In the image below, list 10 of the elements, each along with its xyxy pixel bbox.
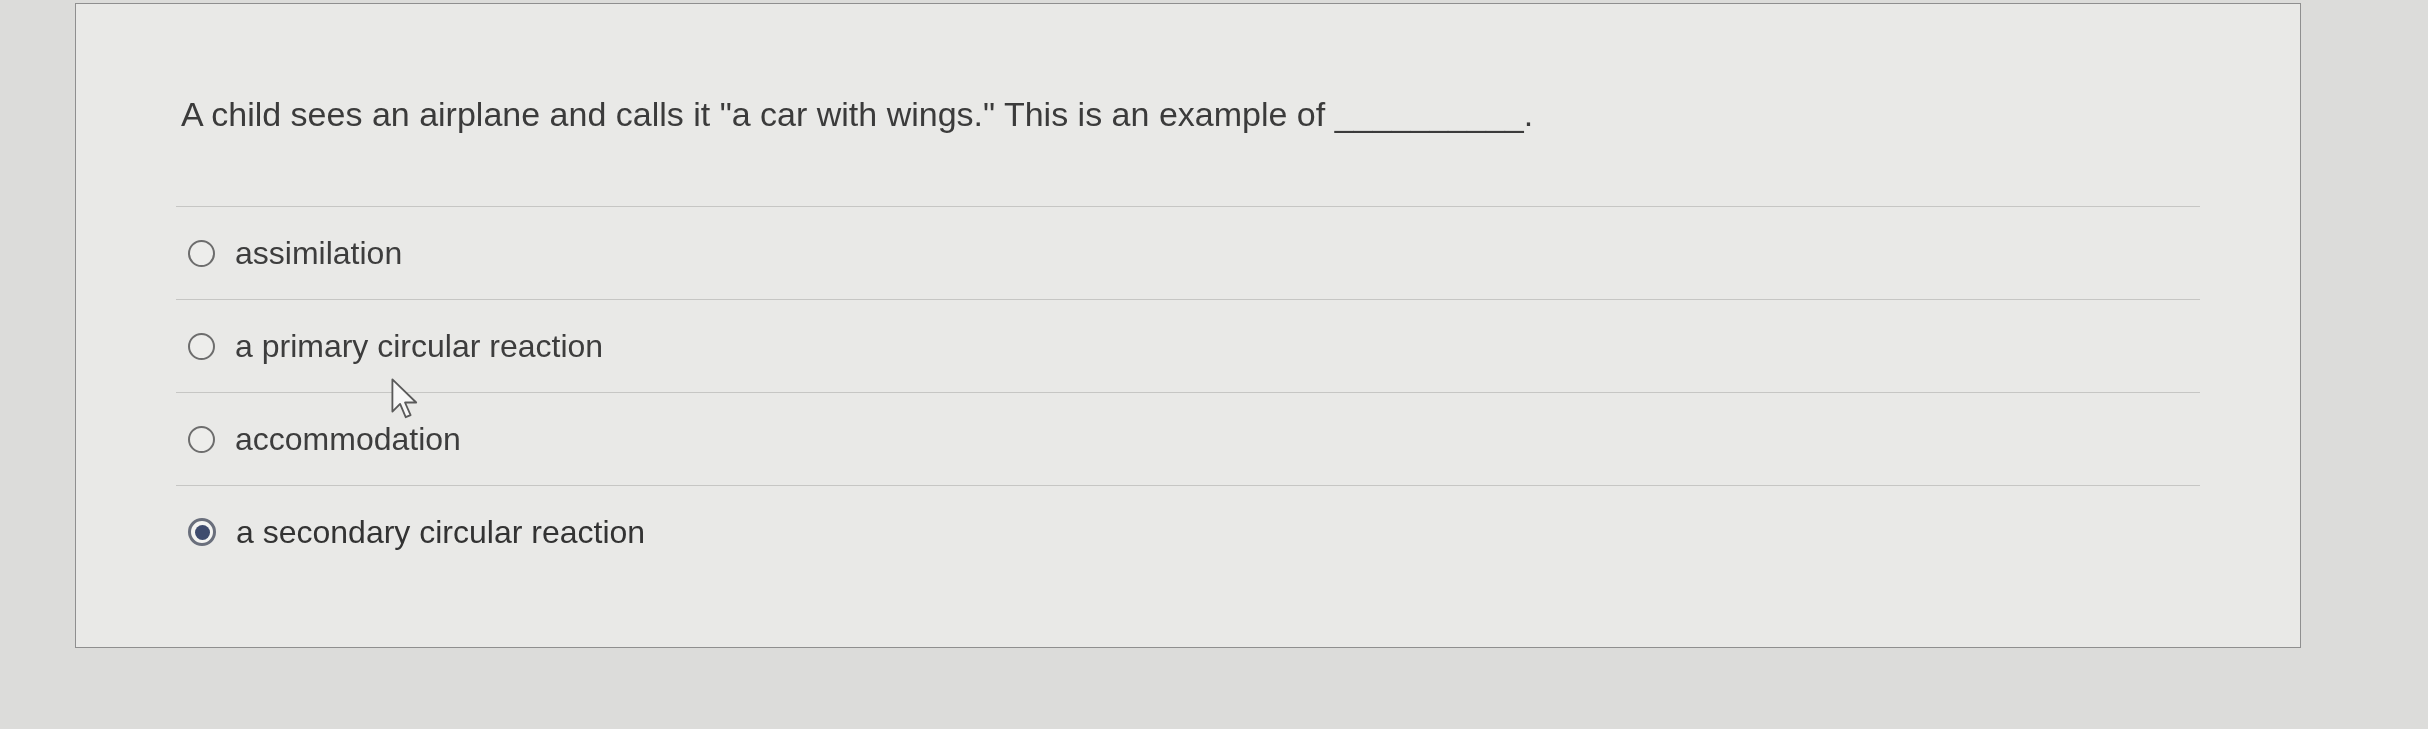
answer-option-label[interactable]: a secondary circular reaction [236,512,646,552]
selected-radio-button[interactable] [188,518,216,546]
question-text: A child sees an airplane and calls it "a car with wings." This is an example of __________. [181,94,1535,135]
answer-option-label[interactable]: a primary circular reaction [235,326,604,366]
radio-button[interactable] [188,332,215,360]
answer-option-label[interactable]: assimilation [235,233,403,273]
mouse-pointer-icon [391,378,420,420]
radio-button[interactable] [188,239,215,267]
answer-option-label[interactable]: accommodation [235,419,461,459]
radio-button[interactable] [188,425,215,453]
